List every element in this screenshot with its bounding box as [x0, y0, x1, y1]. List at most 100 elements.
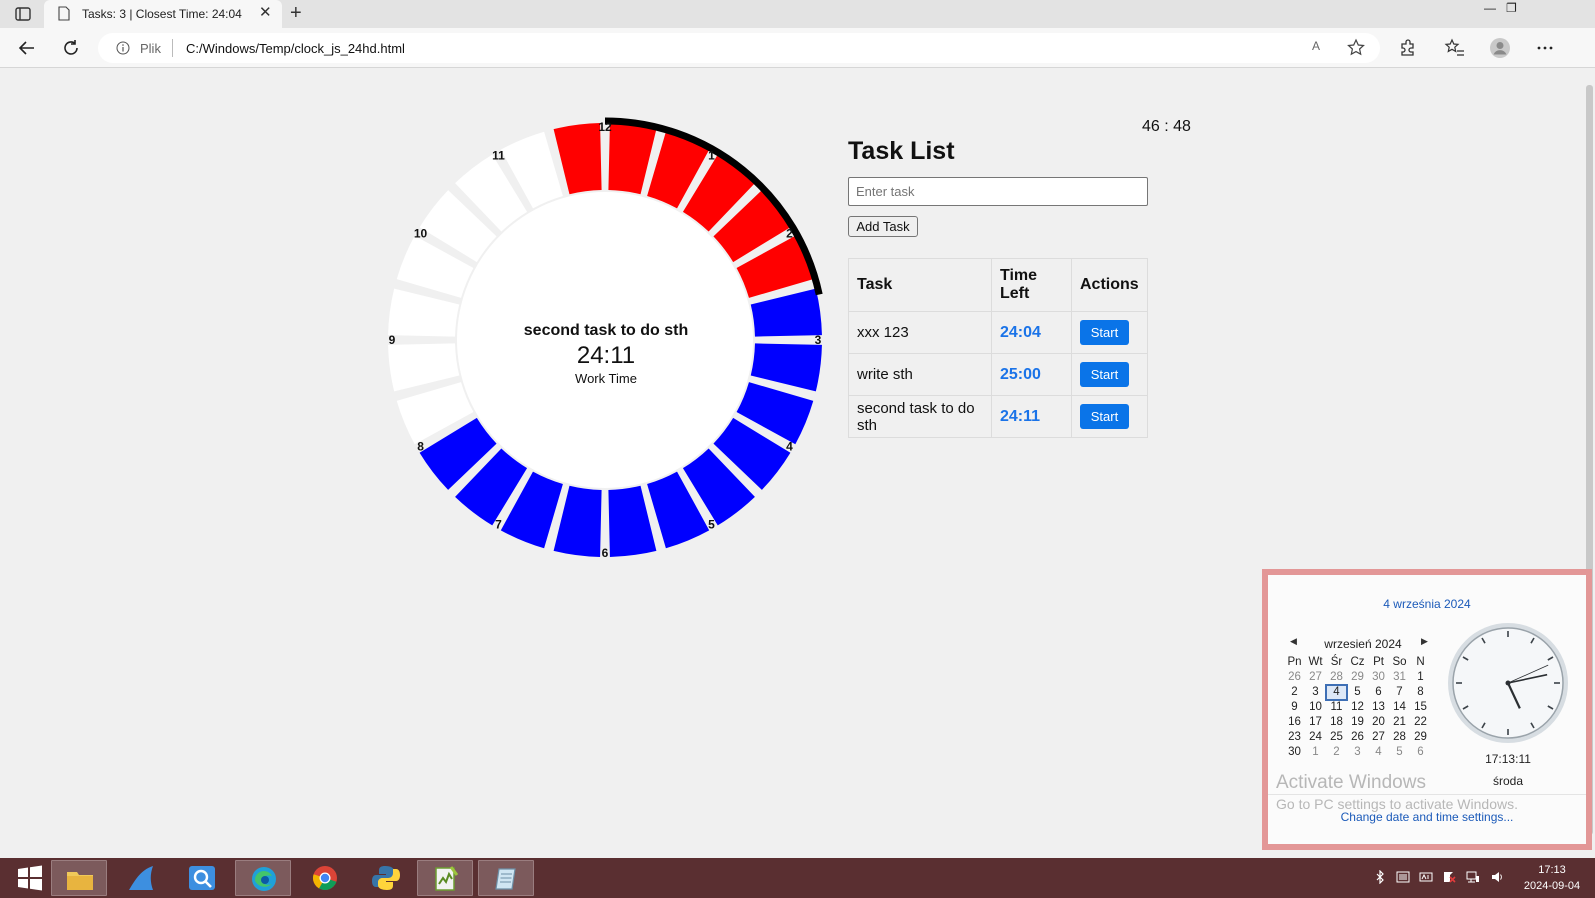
calendar-day[interactable]: 2 — [1326, 745, 1347, 760]
calendar-day[interactable]: 29 — [1410, 730, 1431, 745]
calendar-day[interactable]: 30 — [1284, 745, 1305, 760]
calendar-day[interactable]: 9 — [1284, 700, 1305, 715]
start-task-button[interactable]: Start — [1080, 320, 1129, 345]
chrome-taskbar-app[interactable] — [297, 860, 353, 896]
calendar-day[interactable]: 23 — [1284, 730, 1305, 745]
taskbar-clock-date[interactable]: 2024-09-04 — [1512, 880, 1592, 892]
new-tab-button[interactable]: + — [290, 2, 302, 24]
windows-taskbar: 17:13 2024-09-04 — [0, 858, 1595, 898]
tab-strip: Tasks: 3 | Closest Time: 24:04 ✕ + — ❐ — [0, 0, 1595, 28]
column-header-task: Task — [848, 258, 992, 312]
clock-segment-break — [608, 485, 657, 557]
next-month-icon[interactable]: ▶ — [1421, 636, 1428, 647]
calendar-day[interactable]: 18 — [1326, 715, 1347, 730]
calendar-month-label[interactable]: wrzesień 2024 — [1308, 637, 1418, 651]
calendar-day[interactable]: 11 — [1326, 700, 1347, 715]
bluetooth-icon[interactable] — [1373, 870, 1387, 884]
calendar-day[interactable]: 5 — [1389, 745, 1410, 760]
calendar-day[interactable]: 10 — [1305, 700, 1326, 715]
calendar-day[interactable]: 6 — [1410, 745, 1431, 760]
tab-title: Tasks: 3 | Closest Time: 24:04 — [82, 7, 242, 21]
calendar-day[interactable]: 26 — [1347, 730, 1368, 745]
task-name-cell: second task to do sth — [848, 395, 992, 438]
calendar-day[interactable]: 16 — [1284, 715, 1305, 730]
edge-taskbar-app[interactable] — [235, 860, 291, 896]
calendar-day[interactable]: 1 — [1305, 745, 1326, 760]
add-favorite-icon[interactable] — [1346, 38, 1366, 58]
calendar-day[interactable]: 20 — [1368, 715, 1389, 730]
task-input[interactable] — [848, 177, 1148, 206]
close-tab-icon[interactable]: ✕ — [259, 5, 272, 20]
calendar-week-row: 26 27 28 29 30 31 1 — [1284, 670, 1431, 685]
calendar-day[interactable]: 6 — [1368, 685, 1389, 700]
calendar-day[interactable]: 21 — [1389, 715, 1410, 730]
start-task-button[interactable]: Start — [1080, 404, 1129, 429]
search-taskbar-app[interactable] — [174, 860, 230, 896]
volume-icon[interactable] — [1490, 870, 1504, 884]
calendar-day[interactable]: 8 — [1410, 685, 1431, 700]
profile-avatar-icon[interactable] — [1489, 37, 1511, 59]
calendar-day[interactable]: 3 — [1347, 745, 1368, 760]
favorites-icon[interactable] — [1444, 37, 1466, 59]
action-center-icon[interactable] — [1442, 870, 1456, 884]
extensions-icon[interactable] — [1396, 37, 1418, 59]
start-button[interactable] — [2, 860, 58, 896]
windows-logo-icon — [18, 865, 42, 891]
read-aloud-icon[interactable]: A — [1312, 39, 1330, 57]
calendar-day[interactable]: 24 — [1305, 730, 1326, 745]
calendar-day-today[interactable]: 4 — [1325, 684, 1348, 701]
file-explorer-taskbar-app[interactable] — [51, 860, 107, 896]
calendar-day[interactable]: 14 — [1389, 700, 1410, 715]
calendar-day[interactable]: 22 — [1410, 715, 1431, 730]
calendar-day[interactable]: 19 — [1347, 715, 1368, 730]
start-task-button[interactable]: Start — [1080, 362, 1129, 387]
calendar-day[interactable]: 7 — [1389, 685, 1410, 700]
calendar-day[interactable]: 5 — [1347, 685, 1368, 700]
change-date-time-link[interactable]: Change date and time settings... — [1268, 810, 1586, 824]
calendar-day[interactable]: 25 — [1326, 730, 1347, 745]
calendar-day[interactable]: 3 — [1305, 685, 1326, 700]
minimize-button[interactable]: — — [1484, 0, 1496, 16]
address-url[interactable]: C:/Windows/Temp/clock_js_24hd.html — [186, 41, 405, 56]
calendar-day[interactable]: 2 — [1284, 685, 1305, 700]
keyboard-icon[interactable] — [1396, 870, 1410, 884]
calendar-day[interactable]: 26 — [1284, 670, 1305, 685]
calendar-week-row: 16 17 18 19 20 21 22 — [1284, 715, 1431, 730]
clock-center — [457, 192, 753, 488]
address-bar[interactable]: Plik C:/Windows/Temp/clock_js_24hd.html … — [98, 33, 1380, 63]
calendar-weekday-header: Cz — [1350, 656, 1365, 668]
task-table: Task Time Left Actions xxx 123 24:04 Sta… — [848, 258, 1148, 438]
calendar-day[interactable]: 17 — [1305, 715, 1326, 730]
calendar-day[interactable]: 29 — [1347, 670, 1368, 685]
calendar-week-row: 30 1 2 3 4 5 6 — [1284, 745, 1431, 760]
browser-tab[interactable]: Tasks: 3 | Closest Time: 24:04 ✕ — [44, 0, 282, 28]
calendar-day[interactable]: 27 — [1368, 730, 1389, 745]
calendar-day[interactable]: 31 — [1389, 670, 1410, 685]
sharkfin-taskbar-app[interactable] — [113, 860, 169, 896]
calendar-day[interactable]: 13 — [1368, 700, 1389, 715]
calendar-day[interactable]: 27 — [1305, 670, 1326, 685]
back-arrow-icon[interactable] — [16, 37, 38, 59]
calendar-long-date[interactable]: 4 września 2024 — [1268, 597, 1586, 611]
calendar-day[interactable]: 28 — [1326, 670, 1347, 685]
python-taskbar-app[interactable] — [358, 860, 414, 896]
calendar-day[interactable]: 15 — [1410, 700, 1431, 715]
calendar-day[interactable]: 4 — [1368, 745, 1389, 760]
network-icon[interactable] — [1466, 870, 1480, 884]
calendar-day[interactable]: 12 — [1347, 700, 1368, 715]
notepad-plus-taskbar-app[interactable] — [417, 860, 473, 896]
taskbar-clock-time[interactable]: 17:13 — [1512, 864, 1592, 876]
notepad-taskbar-app[interactable] — [478, 860, 534, 896]
add-task-button[interactable]: Add Task — [848, 216, 918, 237]
calendar-day[interactable]: 30 — [1368, 670, 1389, 685]
language-icon[interactable] — [1419, 870, 1433, 884]
refresh-icon[interactable] — [60, 37, 82, 59]
previous-month-icon[interactable]: ◀ — [1290, 636, 1297, 647]
calendar-day[interactable]: 1 — [1410, 670, 1431, 685]
info-icon[interactable] — [116, 41, 130, 55]
tab-actions-icon[interactable] — [12, 5, 34, 23]
calendar-day[interactable]: 28 — [1389, 730, 1410, 745]
calendar-weekday-header: N — [1416, 656, 1425, 668]
restore-button[interactable]: ❐ — [1506, 0, 1517, 16]
more-menu-icon[interactable] — [1534, 37, 1556, 59]
